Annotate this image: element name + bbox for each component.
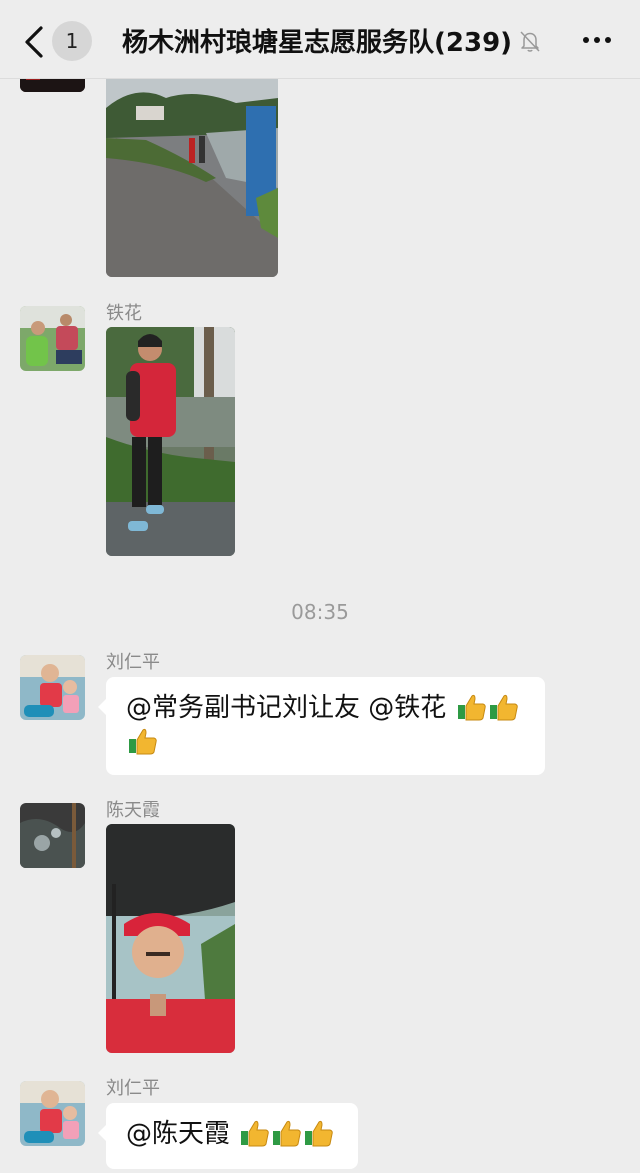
avatar[interactable] <box>20 1081 85 1146</box>
message-image[interactable] <box>106 824 235 1053</box>
thumbs-up-emoji <box>487 693 519 723</box>
unread-count-badge[interactable]: 1 <box>52 21 92 61</box>
back-arrow-icon[interactable] <box>18 24 54 60</box>
message-bubble[interactable]: @陈天霞 <box>98 1103 358 1169</box>
thumbs-up-emoji <box>302 1119 334 1149</box>
thumbs-up-emoji <box>270 1119 302 1149</box>
timestamp: 08:35 <box>291 600 349 624</box>
avatar[interactable] <box>20 306 85 371</box>
chat-header: 1 杨木洲村琅塘星志愿服务队(239) <box>0 0 640 79</box>
sender-name: 陈天霞 <box>106 800 160 821</box>
message-bubble[interactable]: @常务副书记刘让友 @铁花 <box>98 677 545 775</box>
message-image[interactable] <box>106 78 278 277</box>
avatar[interactable] <box>20 655 85 720</box>
thumbs-up-emoji <box>455 693 487 723</box>
more-icon[interactable] <box>580 28 614 52</box>
mute-bell-icon <box>520 31 540 52</box>
sender-name: 铁花 <box>106 303 142 324</box>
message-text: @陈天霞 <box>126 1119 239 1149</box>
sender-name: 刘仁平 <box>106 652 160 673</box>
message-image[interactable] <box>106 327 235 556</box>
thumbs-up-emoji <box>238 1119 270 1149</box>
thumbs-up-emoji <box>126 727 158 757</box>
message-text: @常务副书记刘让友 @铁花 <box>126 693 455 723</box>
avatar[interactable] <box>20 803 85 868</box>
chat-title: 杨木洲村琅塘星志愿服务队(239) <box>122 28 513 58</box>
sender-name: 刘仁平 <box>106 1078 160 1099</box>
